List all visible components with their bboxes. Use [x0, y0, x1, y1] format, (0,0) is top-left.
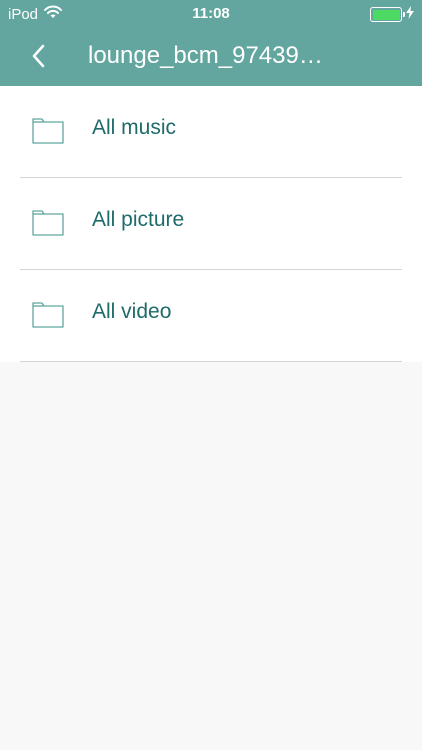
- battery-icon: [370, 7, 405, 22]
- folder-icon: [32, 302, 64, 333]
- battery-level: [372, 9, 400, 20]
- folder-icon: [32, 210, 64, 241]
- folder-label: All picture: [92, 208, 185, 231]
- folder-list: All music All picture All video: [0, 86, 422, 362]
- charging-bolt-icon: [406, 6, 414, 23]
- status-time: 11:08: [192, 5, 230, 22]
- row-divider: [20, 361, 402, 362]
- folder-icon: [32, 118, 64, 149]
- battery-group: [370, 6, 414, 23]
- back-button[interactable]: [22, 40, 54, 72]
- chevron-left-icon: [32, 44, 45, 68]
- top-bar: iPod 11:08 lounge_bcm_97439…: [0, 0, 422, 86]
- folder-row-all-music[interactable]: All music: [0, 86, 422, 178]
- nav-bar: lounge_bcm_97439…: [0, 28, 422, 86]
- folder-label: All video: [92, 300, 172, 323]
- folder-row-all-picture[interactable]: All picture: [0, 178, 422, 270]
- nav-title: lounge_bcm_97439…: [88, 42, 323, 69]
- status-bar: iPod 11:08: [0, 0, 422, 28]
- screen: iPod 11:08 lounge_bcm_97439… All music A…: [0, 0, 422, 750]
- folder-label: All music: [92, 116, 177, 139]
- folder-row-all-video[interactable]: All video: [0, 270, 422, 362]
